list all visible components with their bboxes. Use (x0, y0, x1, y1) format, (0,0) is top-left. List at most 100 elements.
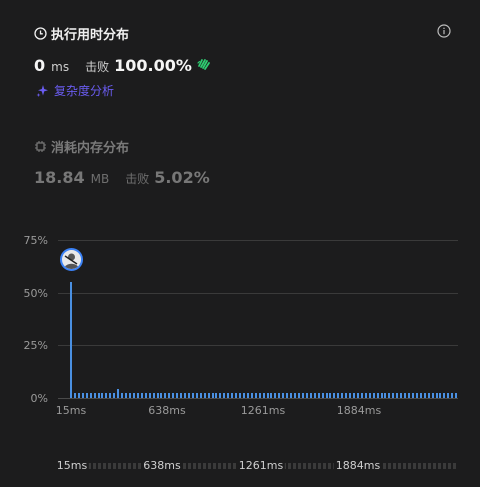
histogram-bar[interactable] (353, 392, 355, 398)
histogram-bar[interactable] (447, 392, 450, 398)
histogram-bar[interactable] (427, 392, 430, 398)
complexity-analysis-link[interactable]: 复杂度分析 (36, 82, 114, 99)
histogram-bar[interactable] (117, 388, 120, 398)
histogram-bar[interactable] (297, 392, 300, 398)
histogram-bar[interactable] (81, 392, 84, 398)
histogram-bar[interactable] (337, 392, 340, 398)
histogram-bar[interactable] (396, 392, 399, 398)
histogram-bar[interactable] (325, 392, 328, 398)
histogram-bar[interactable] (121, 392, 124, 398)
histogram-bar[interactable] (435, 392, 438, 398)
histogram-bar[interactable] (148, 392, 151, 398)
histogram-bar[interactable] (294, 392, 296, 398)
histogram-bar[interactable] (270, 392, 273, 398)
histogram-bar[interactable] (125, 392, 127, 398)
histogram-bar[interactable] (203, 392, 206, 398)
histogram-bar[interactable] (455, 392, 458, 398)
memory-stat-row[interactable]: 18.84 MB 击败 5.02% (34, 168, 210, 187)
histogram-bar[interactable] (156, 392, 159, 398)
histogram-bar[interactable] (73, 392, 76, 398)
histogram-bar[interactable] (333, 392, 336, 398)
histogram-bar[interactable] (258, 392, 261, 398)
histogram-bar[interactable] (164, 392, 167, 398)
histogram-bar[interactable] (168, 392, 171, 398)
histogram-bar[interactable] (451, 392, 454, 398)
histogram-bar[interactable] (140, 392, 143, 398)
histogram-bar[interactable] (400, 392, 403, 398)
histogram-bar[interactable] (423, 392, 426, 398)
histogram-bar[interactable] (199, 392, 202, 398)
histogram-bar[interactable] (384, 392, 387, 398)
info-icon[interactable] (437, 23, 451, 38)
histogram-bar[interactable] (231, 392, 234, 398)
histogram-bar[interactable] (144, 392, 147, 398)
histogram-bar[interactable] (439, 392, 442, 398)
histogram-bar[interactable] (278, 392, 281, 398)
histogram-bar[interactable] (356, 392, 359, 398)
histogram-bar[interactable] (364, 392, 367, 398)
histogram-bar[interactable] (180, 392, 182, 398)
histogram-bar[interactable] (211, 392, 214, 398)
histogram-bar[interactable] (242, 392, 245, 398)
histogram-bar[interactable] (223, 392, 226, 398)
histogram-bar[interactable] (246, 392, 249, 398)
memory-title[interactable]: 消耗内存分布 (34, 137, 129, 156)
histogram-bar[interactable] (191, 392, 194, 398)
histogram-bar[interactable] (184, 392, 186, 398)
histogram-bar[interactable] (380, 392, 383, 398)
histogram-bar[interactable] (105, 392, 108, 398)
histogram-bar[interactable] (419, 392, 422, 398)
histogram-bar[interactable] (301, 392, 304, 398)
histogram-bar[interactable] (172, 392, 175, 398)
histogram-bar[interactable] (317, 392, 320, 398)
histogram-bar[interactable] (305, 392, 308, 398)
histogram-bar[interactable] (254, 392, 257, 398)
histogram-bar[interactable] (372, 392, 375, 398)
histogram-bar[interactable] (321, 392, 324, 398)
histogram-bar[interactable] (415, 392, 418, 398)
histogram-bar[interactable] (411, 392, 414, 398)
histogram-bar[interactable] (132, 392, 135, 398)
histogram-bar[interactable] (250, 392, 253, 398)
histogram-bar[interactable] (286, 392, 289, 398)
histogram-bar[interactable] (368, 392, 371, 398)
histogram-bar[interactable] (388, 392, 391, 398)
histogram-bar[interactable] (128, 392, 131, 398)
histogram-bar[interactable] (376, 392, 379, 398)
histogram-bar[interactable] (195, 392, 198, 398)
histogram-bar[interactable] (309, 392, 312, 398)
histogram-bar[interactable] (109, 392, 112, 398)
histogram-bar[interactable] (70, 282, 72, 398)
histogram-bar[interactable] (443, 392, 446, 398)
histogram-bar[interactable] (404, 392, 407, 398)
histogram-bar[interactable] (77, 392, 80, 398)
histogram-bar[interactable] (392, 392, 395, 398)
histogram-bar[interactable] (160, 392, 163, 398)
histogram-bar[interactable] (101, 392, 104, 398)
histogram-bar[interactable] (187, 392, 190, 398)
histogram-bar[interactable] (431, 392, 434, 398)
histogram-bar[interactable] (136, 392, 139, 398)
histogram-bar[interactable] (345, 392, 348, 398)
histogram-bar[interactable] (235, 392, 238, 398)
histogram-bar[interactable] (152, 392, 155, 398)
histogram-bar[interactable] (282, 392, 285, 398)
user-avatar[interactable] (60, 248, 83, 271)
histogram-bar[interactable] (113, 392, 116, 398)
histogram-bar[interactable] (274, 392, 277, 398)
histogram-bar[interactable] (341, 392, 344, 398)
histogram-bar[interactable] (262, 392, 265, 398)
histogram-bar[interactable] (207, 392, 210, 398)
histogram-bar[interactable] (227, 392, 230, 398)
histogram-bar[interactable] (313, 392, 316, 398)
histogram-bar[interactable] (89, 392, 92, 398)
histogram-bar[interactable] (290, 392, 293, 398)
histogram-bar[interactable] (176, 392, 179, 398)
histogram-bar[interactable] (219, 392, 222, 398)
histogram-bar[interactable] (349, 392, 351, 398)
histogram-bar[interactable] (329, 392, 332, 398)
histogram-bar[interactable] (360, 392, 363, 398)
histogram-bar[interactable] (239, 392, 241, 398)
histogram-bar[interactable] (266, 392, 269, 398)
histogram-bar[interactable] (93, 392, 96, 398)
